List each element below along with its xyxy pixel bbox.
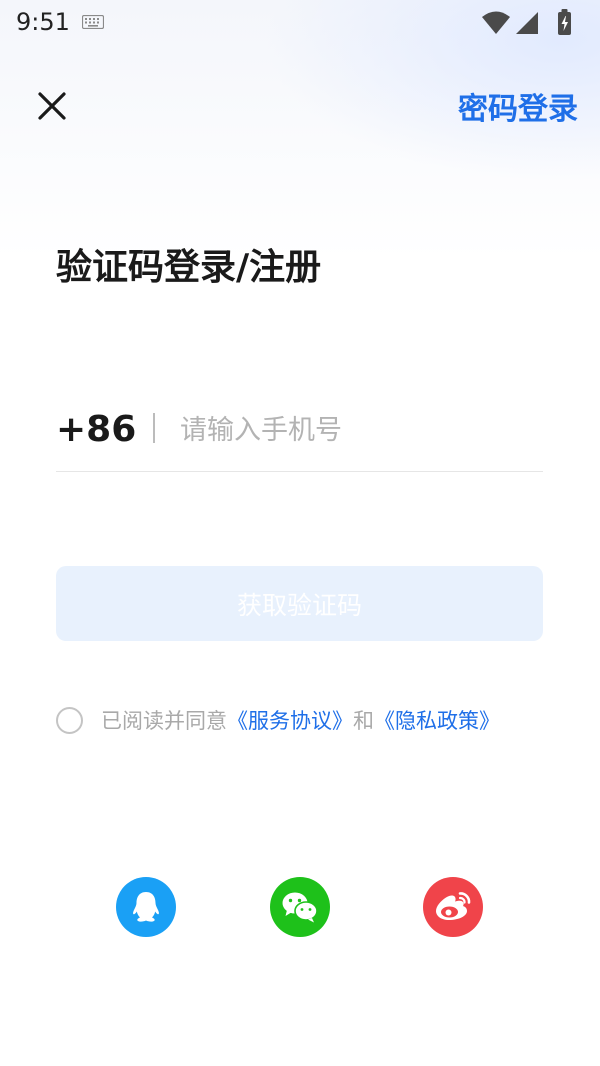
password-login-link[interactable]: 密码登录 (458, 84, 578, 128)
divider (153, 413, 155, 443)
service-agreement-link[interactable]: 《服务协议》 (227, 705, 353, 735)
weibo-icon (436, 892, 471, 920)
page-title: 验证码登录/注册 (56, 247, 322, 288)
wechat-icon (282, 892, 318, 923)
status-bar: 9:51 (0, 0, 600, 46)
status-time: 9:51 (16, 8, 70, 36)
get-code-button[interactable]: 获取验证码 (56, 566, 543, 641)
signal-icon (516, 12, 538, 34)
agreement-checkbox[interactable] (56, 706, 83, 734)
close-icon (38, 92, 66, 120)
agreement-prefix: 已阅读并同意 (101, 709, 227, 733)
status-icons (482, 9, 571, 35)
country-code-selector[interactable]: +86 (56, 409, 136, 450)
qq-login-button[interactable] (116, 877, 176, 937)
wechat-login-button[interactable] (270, 877, 330, 937)
qq-icon (133, 892, 159, 922)
phone-input[interactable] (180, 405, 540, 455)
phone-input-row: +86 (56, 395, 543, 472)
privacy-policy-link[interactable]: 《隐私政策》 (374, 705, 500, 735)
agreement-conjunction: 和 (353, 709, 374, 733)
keyboard-icon (82, 15, 104, 29)
weibo-login-button[interactable] (423, 877, 483, 937)
wifi-icon (482, 11, 510, 34)
agreement-row: 已阅读并同意 《服务协议》 和 《隐私政策》 (56, 705, 500, 735)
battery-icon (558, 9, 571, 35)
close-button[interactable] (28, 82, 76, 130)
